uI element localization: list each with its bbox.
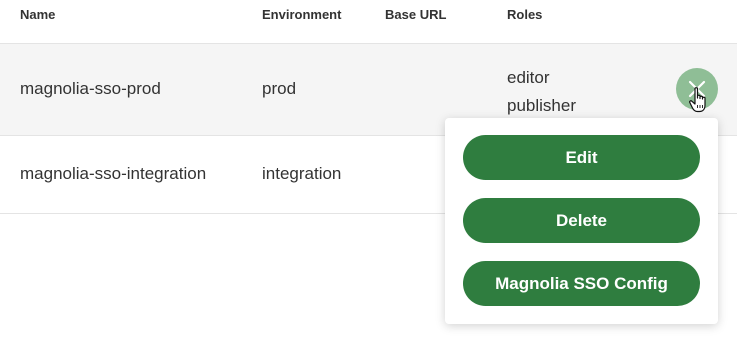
edit-button[interactable]: Edit: [463, 135, 700, 180]
cell-environment: integration: [262, 164, 342, 183]
role-item: publisher: [507, 96, 576, 115]
column-header-environment[interactable]: Environment: [262, 7, 341, 22]
delete-button[interactable]: Delete: [463, 198, 700, 243]
row-actions-close-button[interactable]: [676, 68, 718, 110]
row-actions-menu: Edit Delete Magnolia SSO Config: [445, 118, 718, 324]
cell-roles: editor publisher: [507, 64, 576, 120]
column-header-name[interactable]: Name: [20, 7, 55, 22]
close-icon: [688, 80, 706, 98]
table-header: Name Environment Base URL Roles: [0, 0, 737, 44]
cell-environment: prod: [262, 79, 297, 98]
role-item: editor: [507, 68, 550, 87]
cell-name: magnolia-sso-integration: [20, 164, 207, 183]
column-header-base-url[interactable]: Base URL: [385, 7, 446, 22]
magnolia-sso-config-button[interactable]: Magnolia SSO Config: [463, 261, 700, 306]
cell-name: magnolia-sso-prod: [20, 79, 161, 98]
column-header-roles[interactable]: Roles: [507, 7, 542, 22]
